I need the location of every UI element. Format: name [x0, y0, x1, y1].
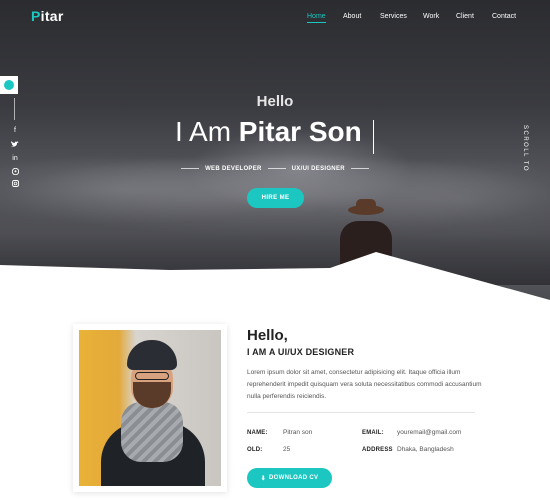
old-label: OLD:: [247, 447, 263, 453]
nav-client[interactable]: Client: [456, 13, 474, 20]
nav-home[interactable]: Home: [307, 13, 326, 23]
hero-greeting: Hello: [256, 93, 294, 110]
nav-services[interactable]: Services: [380, 13, 407, 20]
old-value: 25: [283, 446, 291, 453]
about-role: I AM A UI/UX DESIGNER: [247, 347, 355, 357]
gear-icon: [5, 81, 13, 89]
email-value[interactable]: youremail@gmail.com: [397, 429, 461, 436]
name-label: NAME:: [247, 430, 268, 436]
hero-name: Pitar Son: [238, 116, 362, 147]
address-label: ADDRESS: [362, 447, 393, 453]
facebook-icon[interactable]: f: [10, 127, 20, 134]
about-description: Lorem ipsum dolor sit amet, consectetur …: [247, 369, 482, 400]
typing-caret: [373, 120, 374, 154]
address-value: Dhaka, Bangladesh: [397, 446, 454, 453]
hero-title: I Am Pitar Son: [175, 116, 362, 147]
linkedin-icon[interactable]: in: [10, 155, 20, 162]
nav-contact[interactable]: Contact: [492, 13, 516, 20]
hero-diagonal-divider: [0, 252, 550, 300]
about-divider: [247, 412, 475, 413]
hero-roles: WEB DEVELOPER UX/UI DESIGNER: [0, 166, 550, 172]
download-icon: ⬇: [260, 475, 267, 482]
nav-about[interactable]: About: [343, 13, 361, 20]
download-cv-button[interactable]: ⬇ DOWNLOAD CV: [247, 468, 332, 488]
email-label: EMAIL:: [362, 430, 384, 436]
hire-me-button[interactable]: HIRE ME: [247, 188, 304, 208]
instagram-icon[interactable]: [10, 180, 20, 189]
logo[interactable]: Pitar: [31, 8, 64, 24]
profile-photo-card: [73, 324, 227, 492]
about-greeting: Hello,: [247, 327, 288, 344]
settings-toggle[interactable]: [0, 76, 18, 94]
nav-work[interactable]: Work: [423, 13, 439, 20]
name-value: Pitran son: [283, 429, 313, 436]
profile-photo: [79, 330, 221, 486]
twitter-icon[interactable]: [10, 141, 20, 150]
